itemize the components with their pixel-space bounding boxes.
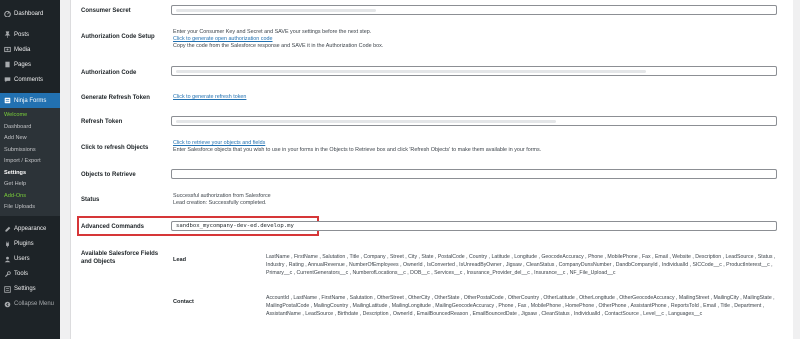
auth-setup-label: Authorization Code Setup [81, 34, 155, 40]
refresh-objects-hint: Enter Salesforce objects that you wish t… [173, 147, 542, 153]
advanced-commands-input[interactable]: sandbox_mycompany-dev-ed.develop.my [171, 221, 777, 231]
submenu-item-dashboard[interactable]: Dashboard [0, 122, 60, 134]
sidebar-item-label: Plugins [14, 241, 34, 247]
brush-icon [3, 225, 11, 233]
sidebar-item-collapse[interactable]: Collapse Menu [0, 297, 60, 312]
contact-fields-list: AccountId , LastName , FirstName , Salut… [266, 295, 775, 317]
masked-value [176, 120, 556, 123]
user-icon [3, 255, 11, 263]
submenu-item-add-ons[interactable]: Add-Ons [0, 191, 60, 203]
submenu-item-welcome[interactable]: Welcome [0, 110, 60, 122]
media-icon [3, 46, 11, 54]
generate-refresh-token-link[interactable]: Click to generate refresh token [173, 94, 246, 101]
dashboard-icon [3, 10, 11, 18]
sidebar-item-label: Collapse Menu [14, 301, 55, 307]
sidebar-item-plugins[interactable]: Plugins [0, 237, 60, 252]
sidebar-item-label: Users [14, 256, 30, 262]
sidebar-item-label: Tools [14, 271, 29, 277]
generate-auth-code-link[interactable]: Click to generate open authorization cod… [173, 36, 273, 43]
ninja-forms-icon [3, 97, 11, 105]
sidebar-item-label: Appearance [14, 226, 47, 232]
submenu-item-submissions[interactable]: Submissions [0, 145, 60, 157]
sidebar-item-appearance[interactable]: Appearance [0, 222, 60, 237]
refresh-token-input[interactable] [171, 116, 777, 126]
contact-object-label: Contact [173, 299, 194, 305]
auth-code-input[interactable] [171, 66, 777, 76]
settings-icon [3, 285, 11, 293]
sidebar-item-tools[interactable]: Tools [0, 267, 60, 282]
plugin-icon [3, 240, 11, 248]
masked-value [176, 9, 376, 12]
sidebar-item-label: Posts [14, 31, 30, 38]
retrieve-objects-link[interactable]: Click to retrieve your objects and field… [173, 140, 265, 147]
sidebar-item-label: Pages [14, 61, 32, 68]
collapse-icon [3, 300, 11, 308]
settings-panel: Consumer Secret Authorization Code Setup… [70, 0, 793, 339]
submenu-item-get-help[interactable]: Get Help [0, 179, 60, 191]
sidebar-item-users[interactable]: Users [0, 252, 60, 267]
lead-object-label: Lead [173, 257, 187, 263]
auth-code-label: Authorization Code [81, 70, 137, 76]
masked-value [176, 70, 646, 73]
sidebar-item-dashboard[interactable]: Dashboard [0, 6, 60, 21]
available-fields-label: Available Salesforce Fields and Objects [81, 251, 159, 265]
consumer-secret-label: Consumer Secret [81, 8, 131, 14]
wrench-icon [3, 270, 11, 278]
submenu-item-import-export[interactable]: Import / Export [0, 156, 60, 168]
sidebar-item-label: Media [14, 46, 31, 53]
sidebar-item-settings[interactable]: Settings [0, 282, 60, 297]
submenu-item-settings[interactable]: Settings [0, 168, 60, 180]
status-auth-message: Successful authorization from Salesforce [173, 193, 271, 199]
sidebar-item-pages[interactable]: Pages [0, 57, 60, 72]
sidebar-item-label: Ninja Forms [14, 97, 47, 104]
page-icon [3, 61, 11, 69]
refresh-token-label: Refresh Token [81, 119, 123, 125]
refresh-objects-label: Click to refresh Objects [81, 145, 149, 151]
objects-to-retrieve-input[interactable] [171, 169, 777, 179]
sidebar-item-label: Dashboard [14, 10, 44, 17]
status-label: Status [81, 197, 100, 203]
advanced-commands-label: Advanced Commands [81, 224, 145, 230]
objects-to-retrieve-label: Objects to Retrieve [81, 172, 136, 178]
lead-fields-list: LastName , FirstName , Salutation , Titl… [266, 254, 776, 276]
submenu-item-add-new[interactable]: Add New [0, 133, 60, 145]
submenu-item-file-uploads[interactable]: File Uploads [0, 202, 60, 214]
ninja-forms-submenu: Welcome Dashboard Add New Submissions Im… [0, 108, 60, 216]
sidebar-item-posts[interactable]: Posts [0, 27, 60, 42]
auth-setup-copy-hint: Copy the code from the Salesforce respon… [173, 43, 384, 49]
sidebar-item-label: Settings [14, 286, 36, 292]
consumer-secret-input[interactable] [171, 5, 777, 15]
status-lead-message: Lead creation: Successfully completed. [173, 200, 267, 206]
pin-icon [3, 31, 11, 39]
advanced-commands-value: sandbox_mycompany-dev-ed.develop.my [176, 223, 294, 229]
auth-setup-instructions: Enter your Consumer Key and Secret and S… [173, 29, 372, 35]
sidebar-item-ninja-forms[interactable]: Ninja Forms [0, 93, 60, 108]
sidebar-item-label: Comments [14, 76, 44, 83]
comment-icon [3, 76, 11, 84]
admin-sidebar: Dashboard Posts Media Pages Comments Nin… [0, 0, 60, 339]
generate-refresh-token-label: Generate Refresh Token [81, 95, 150, 101]
sidebar-item-comments[interactable]: Comments [0, 72, 60, 87]
sidebar-item-media[interactable]: Media [0, 42, 60, 57]
